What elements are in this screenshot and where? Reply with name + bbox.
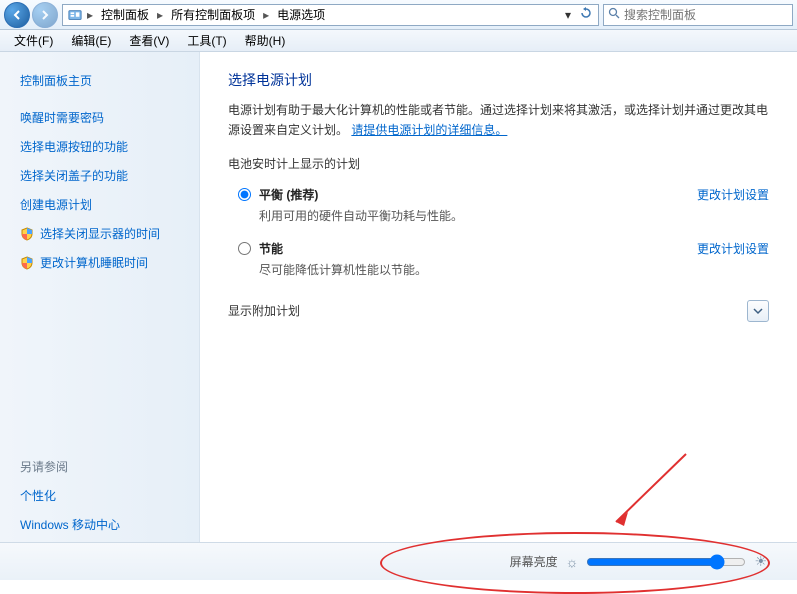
see-also-mobility-center[interactable]: Windows 移动中心 (20, 516, 187, 533)
plan-saver-radio[interactable] (238, 242, 251, 255)
plan-balanced-change-link[interactable]: 更改计划设置 (697, 186, 769, 203)
breadcrumb[interactable]: ▸ 控制面板 ▸ 所有控制面板项 ▸ 电源选项 ▾ (62, 4, 599, 26)
plans-section-title: 电池安时计上显示的计划 (228, 155, 769, 172)
menu-view[interactable]: 查看(V) (121, 30, 177, 51)
plan-saver-change-link[interactable]: 更改计划设置 (697, 240, 769, 257)
search-input[interactable] (624, 8, 788, 22)
brightness-slider[interactable] (586, 554, 746, 570)
sidebar-link-require-password[interactable]: 唤醒时需要密码 (20, 109, 187, 126)
additional-plans-row: 显示附加计划 (228, 300, 769, 322)
sidebar-link-create-plan[interactable]: 创建电源计划 (20, 196, 187, 213)
menu-help[interactable]: 帮助(H) (237, 30, 294, 51)
desc-link[interactable]: 请提供电源计划的详细信息。 (351, 123, 507, 137)
search-icon (608, 7, 620, 22)
expand-button[interactable] (747, 300, 769, 322)
plan-balanced-name: 平衡 (推荐) (259, 186, 685, 203)
plan-balanced-sub: 利用可用的硬件自动平衡功耗与性能。 (259, 207, 685, 224)
shield-icon (20, 227, 34, 241)
chevron-right-icon: ▸ (85, 8, 95, 22)
crumb-control-panel[interactable]: 控制面板 (97, 6, 153, 23)
page-description: 电源计划有助于最大化计算机的性能或者节能。通过选择计划来将其激活，或选择计划并通… (228, 100, 769, 141)
chevron-down-icon (752, 305, 764, 317)
brightness-label: 屏幕亮度 (510, 553, 558, 570)
sidebar-home[interactable]: 控制面板主页 (20, 72, 187, 89)
sidebar-link-close-lid[interactable]: 选择关闭盖子的功能 (20, 167, 187, 184)
nav-buttons (4, 2, 58, 28)
menu-bar: 文件(F) 编辑(E) 查看(V) 工具(T) 帮助(H) (0, 30, 797, 52)
forward-button[interactable] (32, 2, 58, 28)
plan-saver-name: 节能 (259, 240, 685, 257)
plan-saver-sub: 尽可能降低计算机性能以节能。 (259, 261, 685, 278)
sidebar-link-sleep-time[interactable]: 更改计算机睡眠时间 (20, 254, 187, 271)
brightness-bar: 屏幕亮度 ☼ ☀ (0, 542, 797, 580)
sidebar-link-power-button[interactable]: 选择电源按钮的功能 (20, 138, 187, 155)
search-box[interactable] (603, 4, 793, 26)
brightness-low-icon: ☼ (566, 554, 579, 570)
crumb-all-items[interactable]: 所有控制面板项 (167, 6, 259, 23)
see-also-personalization[interactable]: 个性化 (20, 487, 187, 504)
breadcrumb-refresh[interactable] (578, 7, 594, 22)
sidebar: 控制面板主页 唤醒时需要密码 选择电源按钮的功能 选择关闭盖子的功能 创建电源计… (0, 52, 200, 580)
sidebar-item-label: 选择关闭显示器的时间 (40, 225, 160, 242)
sidebar-link-display-off[interactable]: 选择关闭显示器的时间 (20, 225, 187, 242)
chevron-right-icon: ▸ (261, 8, 271, 22)
main-content: 选择电源计划 电源计划有助于最大化计算机的性能或者节能。通过选择计划来将其激活，… (200, 52, 797, 580)
menu-tools[interactable]: 工具(T) (179, 30, 234, 51)
see-also-heading: 另请参阅 (20, 458, 187, 475)
page-title: 选择电源计划 (228, 70, 769, 90)
breadcrumb-dropdown[interactable]: ▾ (560, 8, 576, 22)
back-button[interactable] (4, 2, 30, 28)
control-panel-icon (67, 7, 83, 23)
shield-icon (20, 256, 34, 270)
plan-saver: 节能 尽可能降低计算机性能以节能。 更改计划设置 (228, 236, 769, 290)
crumb-power-options[interactable]: 电源选项 (273, 6, 329, 23)
plan-balanced: 平衡 (推荐) 利用可用的硬件自动平衡功耗与性能。 更改计划设置 (228, 182, 769, 236)
sidebar-item-label: 更改计算机睡眠时间 (40, 254, 148, 271)
brightness-high-icon: ☀ (754, 553, 767, 570)
menu-file[interactable]: 文件(F) (6, 30, 61, 51)
address-bar: ▸ 控制面板 ▸ 所有控制面板项 ▸ 电源选项 ▾ (0, 0, 797, 30)
menu-edit[interactable]: 编辑(E) (63, 30, 119, 51)
additional-plans-label: 显示附加计划 (228, 302, 747, 319)
plan-balanced-radio[interactable] (238, 188, 251, 201)
chevron-right-icon: ▸ (155, 8, 165, 22)
